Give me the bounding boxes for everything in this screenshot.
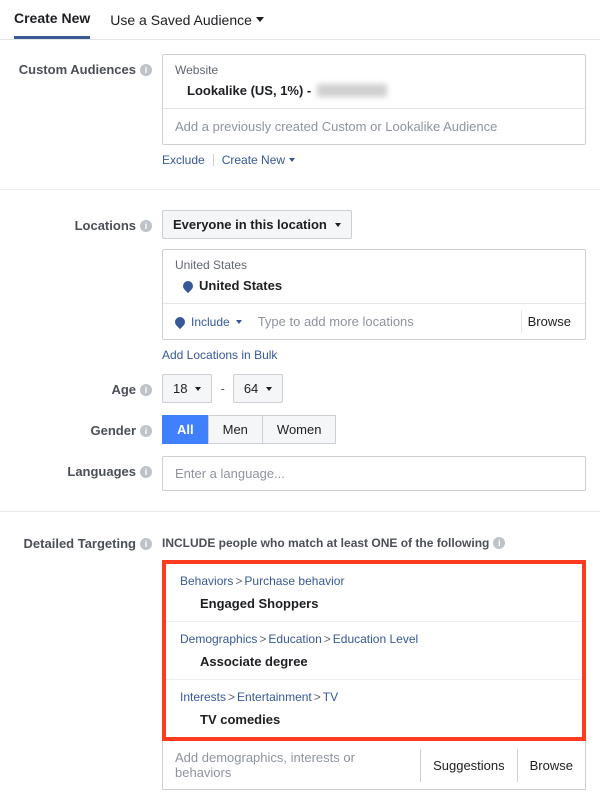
tab-create-new[interactable]: Create New <box>14 10 90 39</box>
locations-panel: United States United States Include Type… <box>162 249 586 340</box>
pin-icon <box>181 278 195 292</box>
gender-all-button[interactable]: All <box>162 415 209 444</box>
tab-saved-audience[interactable]: Use a Saved Audience <box>110 12 264 38</box>
targeting-breadcrumb: Interests>Entertainment>TV <box>180 690 568 704</box>
gender-men-button[interactable]: Men <box>208 415 263 444</box>
chevron-down-icon <box>289 158 295 162</box>
info-icon[interactable]: i <box>140 220 152 232</box>
label-age: Age i <box>14 374 162 397</box>
info-icon[interactable]: i <box>493 537 505 549</box>
audience-source-label: Website <box>163 55 585 79</box>
gender-toggle-group: All Men Women <box>162 415 586 444</box>
create-new-link[interactable]: Create New <box>222 153 295 167</box>
chevron-down-icon <box>256 17 264 22</box>
custom-audiences-panel: Website Lookalike (US, 1%) - Add a previ… <box>162 54 586 145</box>
languages-input[interactable]: Enter a language... <box>162 456 586 491</box>
chevron-down-icon <box>236 320 242 324</box>
chevron-down-icon <box>335 223 341 227</box>
gender-women-button[interactable]: Women <box>262 415 337 444</box>
include-dropdown[interactable]: Include <box>171 313 246 331</box>
detailed-include-title: INCLUDE people who match at least ONE of… <box>162 532 586 560</box>
info-icon[interactable]: i <box>140 384 152 396</box>
age-max-select[interactable]: 64 <box>233 374 283 403</box>
audience-entry-text: Lookalike (US, 1%) - <box>187 83 311 98</box>
label-detailed-targeting: Detailed Targeting i <box>14 532 162 551</box>
info-icon[interactable]: i <box>140 425 152 437</box>
label-languages: Languages i <box>14 456 162 479</box>
pin-icon <box>173 314 187 328</box>
targeting-item[interactable]: Behaviors>Purchase behavior Engaged Shop… <box>166 564 582 621</box>
detailed-targeting-input[interactable]: Add demographics, interests or behaviors <box>163 741 420 789</box>
targeting-item[interactable]: Interests>Entertainment>TV TV comedies <box>166 679 582 737</box>
age-range-dash: - <box>220 381 224 396</box>
info-icon[interactable]: i <box>140 64 152 76</box>
detailed-targeting-highlight-box: Behaviors>Purchase behavior Engaged Shop… <box>162 560 586 741</box>
label-locations: Locations i <box>14 210 162 233</box>
age-min-select[interactable]: 18 <box>162 374 212 403</box>
targeting-breadcrumb: Demographics>Education>Education Level <box>180 632 568 646</box>
redacted-text <box>317 84 387 97</box>
divider <box>213 154 214 166</box>
browse-button[interactable]: Browse <box>517 749 585 782</box>
targeting-value: Associate degree <box>180 646 568 669</box>
browse-locations-button[interactable]: Browse <box>521 310 577 333</box>
suggestions-button[interactable]: Suggestions <box>420 749 517 782</box>
location-entry[interactable]: United States <box>163 276 585 303</box>
exclude-link[interactable]: Exclude <box>162 153 205 167</box>
info-icon[interactable]: i <box>140 466 152 478</box>
label-gender: Gender i <box>14 415 162 438</box>
custom-audience-input[interactable]: Add a previously created Custom or Looka… <box>163 108 585 144</box>
add-locations-bulk-link[interactable]: Add Locations in Bulk <box>162 340 586 362</box>
chevron-down-icon <box>195 387 201 391</box>
location-input[interactable]: Type to add more locations <box>254 310 513 333</box>
label-custom-audiences: Custom Audiences i <box>14 54 162 77</box>
targeting-item[interactable]: Demographics>Education>Education Level A… <box>166 621 582 679</box>
location-mode-select[interactable]: Everyone in this location <box>162 210 352 239</box>
location-group-label: United States <box>163 250 585 276</box>
targeting-breadcrumb: Behaviors>Purchase behavior <box>180 574 568 588</box>
info-icon[interactable]: i <box>140 538 152 550</box>
targeting-value: Engaged Shoppers <box>180 588 568 611</box>
audience-entry[interactable]: Lookalike (US, 1%) - <box>163 79 585 108</box>
tab-saved-audience-label: Use a Saved Audience <box>110 12 252 28</box>
chevron-down-icon <box>266 387 272 391</box>
targeting-value: TV comedies <box>180 704 568 727</box>
